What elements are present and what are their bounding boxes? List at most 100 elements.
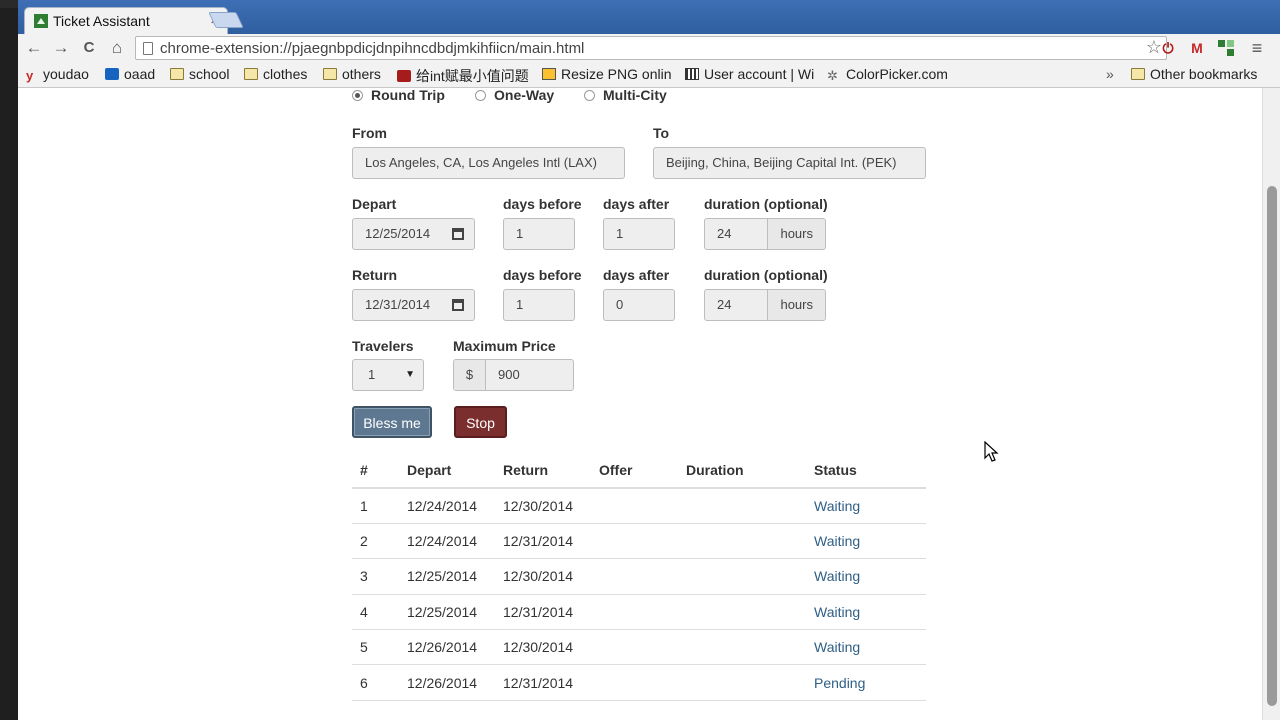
return-duration-input[interactable]: 24 hours [704, 289, 826, 321]
row-number: 5 [352, 629, 399, 666]
depart-date-input[interactable]: 12/25/2014 [352, 218, 475, 250]
desktop-edge [0, 0, 18, 720]
mouse-cursor-icon [984, 441, 999, 462]
color-picker-icon: ✲ [827, 68, 838, 83]
row-depart: 12/25/2014 [399, 558, 495, 595]
row-number: 3 [352, 558, 399, 595]
row-duration [678, 594, 806, 631]
row-number: 4 [352, 594, 399, 631]
depart-days-after-input[interactable]: 1 [603, 218, 675, 250]
green-extension-icon[interactable] [1217, 39, 1235, 57]
row-duration [678, 558, 806, 595]
row-return: 12/30/2014 [495, 629, 591, 666]
radio-one-way[interactable]: One-Way [475, 88, 554, 103]
depart-days-before-input[interactable]: 1 [503, 218, 575, 250]
currency-addon: $ [454, 360, 486, 390]
page-icon [143, 42, 153, 55]
return-date-value: 12/31/2014 [365, 297, 431, 312]
stop-button[interactable]: Stop [454, 406, 507, 438]
bookmark-school[interactable]: school [170, 66, 229, 84]
bookmark-resize-png[interactable]: Resize PNG online [542, 66, 672, 84]
reload-icon[interactable]: C [79, 38, 99, 58]
scrollbar-thumb[interactable] [1267, 186, 1277, 706]
radio-label: Multi-City [603, 88, 667, 103]
back-icon[interactable]: ← [24, 38, 44, 58]
bookmark-oaad[interactable]: oaad [105, 66, 155, 84]
home-icon[interactable]: ⌂ [107, 38, 127, 58]
from-input[interactable]: Los Angeles, CA, Los Angeles Intl (LAX) [352, 147, 625, 179]
row-offer [591, 523, 678, 560]
max-price-value: 900 [498, 367, 520, 382]
col-header-offer: Offer [591, 452, 678, 489]
table-row: 4 12/25/2014 12/31/2014 Waiting [352, 594, 926, 631]
radio-multi-city[interactable]: Multi-City [584, 88, 667, 103]
return-days-before-input[interactable]: 1 [503, 289, 575, 321]
from-label: From [352, 125, 387, 141]
page-scrollbar[interactable] [1262, 88, 1280, 720]
bookmark-user-account[interactable]: User account | Wi [685, 66, 817, 84]
col-header-return: Return [495, 452, 591, 489]
max-price-input[interactable]: $ 900 [453, 359, 574, 391]
row-duration [678, 523, 806, 560]
to-input[interactable]: Beijing, China, Beijing Capital Int. (PE… [653, 147, 926, 179]
hours-addon: hours [767, 219, 825, 249]
chrome-menu-icon[interactable]: ≡ [1248, 39, 1266, 57]
bookmark-label: others [342, 66, 381, 82]
dropdown-caret-icon: ▼ [405, 369, 415, 380]
bookmark-label: school [189, 66, 230, 82]
table-row: 5 12/26/2014 12/30/2014 Waiting [352, 629, 926, 666]
depart-duration-input[interactable]: 24 hours [704, 218, 826, 250]
bookmark-youdao[interactable]: y youdao [26, 66, 89, 84]
table-row: 6 12/26/2014 12/31/2014 Pending [352, 664, 926, 701]
gmail-extension-icon[interactable]: M [1188, 39, 1206, 57]
url-text[interactable]: chrome-extension://pjaegnbpdicjdnpihncdb… [160, 40, 584, 57]
row-depart: 12/25/2014 [399, 594, 495, 631]
folder-icon [323, 68, 337, 80]
row-status: Waiting [806, 523, 926, 560]
bookmark-label: oaad [124, 66, 156, 82]
row-depart: 12/24/2014 [399, 523, 495, 560]
folder-icon [170, 68, 184, 80]
row-depart: 12/26/2014 [399, 664, 495, 701]
other-bookmarks[interactable]: Other bookmarks [1131, 66, 1257, 84]
return-duration-label: duration (optional) [704, 267, 828, 283]
bookmark-others[interactable]: others [323, 66, 381, 84]
return-label: Return [352, 267, 398, 283]
bookmark-label: clothes [263, 66, 308, 82]
row-offer [591, 594, 678, 631]
power-extension-icon[interactable]: ⏻ [1159, 39, 1177, 57]
depart-label: Depart [352, 196, 397, 212]
depart-duration-label: duration (optional) [704, 196, 828, 212]
return-date-input[interactable]: 12/31/2014 [352, 289, 475, 321]
bless-me-button[interactable]: Bless me [352, 406, 432, 438]
radio-round-trip[interactable]: Round Trip [352, 88, 445, 103]
address-bar[interactable]: chrome-extension://pjaegnbpdicjdnpihncdb… [135, 36, 1167, 60]
row-return: 12/31/2014 [495, 594, 591, 631]
col-header-status: Status [806, 452, 926, 489]
calendar-icon[interactable] [452, 299, 464, 311]
bookmarks-overflow-icon[interactable]: » [1106, 66, 1114, 84]
table-header-row: # Depart Return Offer Duration Status [352, 452, 926, 489]
tab-ticket-assistant[interactable]: Ticket Assistant × [24, 7, 228, 34]
travelers-select[interactable]: 1 ▼ [352, 359, 424, 391]
row-offer [591, 629, 678, 666]
bookmark-label: 给int赋最小值问题 [416, 68, 529, 84]
row-status: Waiting [806, 629, 926, 666]
bookmark-colorpicker[interactable]: ✲ ColorPicker.com [827, 66, 948, 84]
table-row: 2 12/24/2014 12/31/2014 Waiting [352, 523, 926, 560]
other-bookmarks-label: Other bookmarks [1150, 66, 1258, 82]
return-days-after-input[interactable]: 0 [603, 289, 675, 321]
c-icon [397, 70, 411, 82]
bookmark-c-question[interactable]: 给int赋最小值问题 [397, 66, 531, 84]
calendar-icon[interactable] [452, 228, 464, 240]
browser-toolbar: ← → C ⌂ chrome-extension://pjaegnbpdicjd… [18, 34, 1280, 62]
forward-icon[interactable]: → [51, 38, 71, 58]
radio-label: One-Way [494, 88, 555, 103]
bookmark-clothes[interactable]: clothes [244, 66, 307, 84]
row-duration [678, 664, 806, 701]
row-duration [678, 488, 806, 524]
return-duration-value: 24 [717, 297, 732, 312]
radio-empty-icon [475, 90, 486, 101]
row-return: 12/30/2014 [495, 558, 591, 595]
tab-title: Ticket Assistant [53, 13, 150, 29]
